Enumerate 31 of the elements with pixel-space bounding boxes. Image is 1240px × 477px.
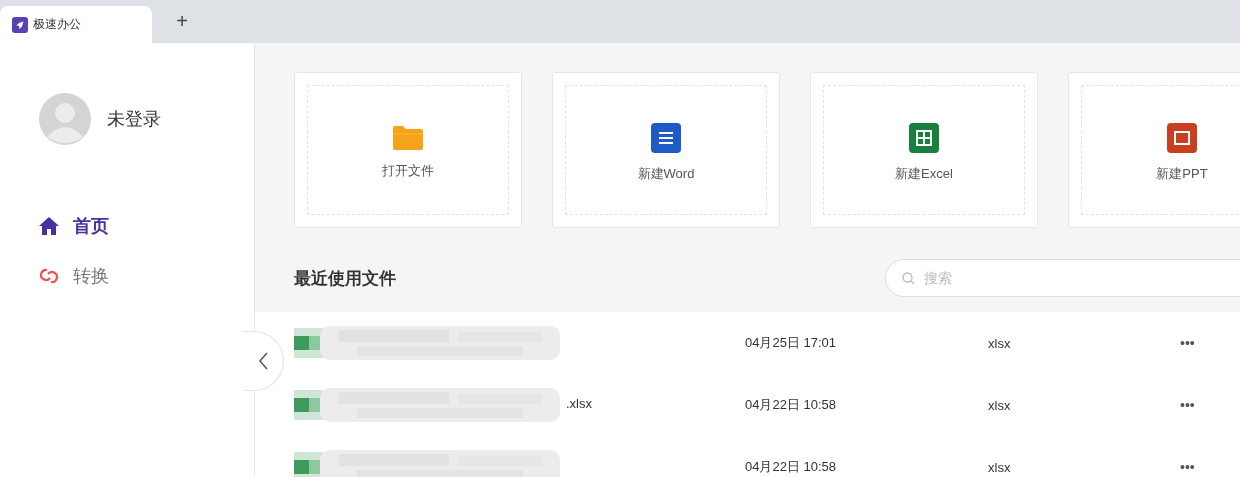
browser-tab[interactable]: 极速办公 bbox=[0, 6, 152, 43]
nav-item[interactable]: 转换 bbox=[0, 251, 254, 301]
avatar-icon bbox=[39, 93, 91, 145]
type-cell-text: xlsx bbox=[988, 397, 1012, 413]
date-cell-text: 04月25日 17:01 bbox=[745, 334, 838, 352]
home-icon bbox=[39, 217, 59, 235]
date-cell-text: 04月22日 10:58 bbox=[745, 458, 838, 476]
document-icon bbox=[651, 123, 681, 153]
type-cell-text: xlsx bbox=[988, 459, 1012, 475]
more-button[interactable]: ••• bbox=[1180, 335, 1195, 351]
action-card[interactable]: 打开文件 bbox=[294, 72, 522, 228]
file-name: .xlsx bbox=[566, 396, 592, 411]
user-name: 未登录 bbox=[107, 108, 161, 131]
more-button[interactable]: ••• bbox=[1180, 459, 1195, 475]
date-cell-text: 04月22日 10:58 bbox=[745, 396, 838, 414]
more-button[interactable]: ••• bbox=[1180, 397, 1195, 413]
action-card[interactable]: 新建Excel bbox=[810, 72, 1038, 228]
link-icon bbox=[39, 266, 59, 286]
action-card[interactable]: 新建PPT bbox=[1068, 72, 1240, 228]
new-tab-button[interactable]: + bbox=[152, 0, 212, 43]
chevron-left-icon bbox=[259, 352, 268, 370]
type-cell-text: xlsx bbox=[988, 335, 1012, 351]
section-title: 最近使用文件 bbox=[294, 267, 396, 290]
action-card[interactable]: 新建Word bbox=[552, 72, 780, 228]
search-icon bbox=[902, 272, 915, 285]
folder-icon bbox=[393, 126, 423, 150]
nav-item[interactable]: 首页 bbox=[0, 201, 254, 251]
presentation-icon bbox=[1167, 123, 1197, 153]
search-field[interactable]: 搜索 bbox=[885, 259, 1240, 297]
spreadsheet-icon bbox=[909, 123, 939, 153]
rocket-icon bbox=[12, 16, 28, 33]
